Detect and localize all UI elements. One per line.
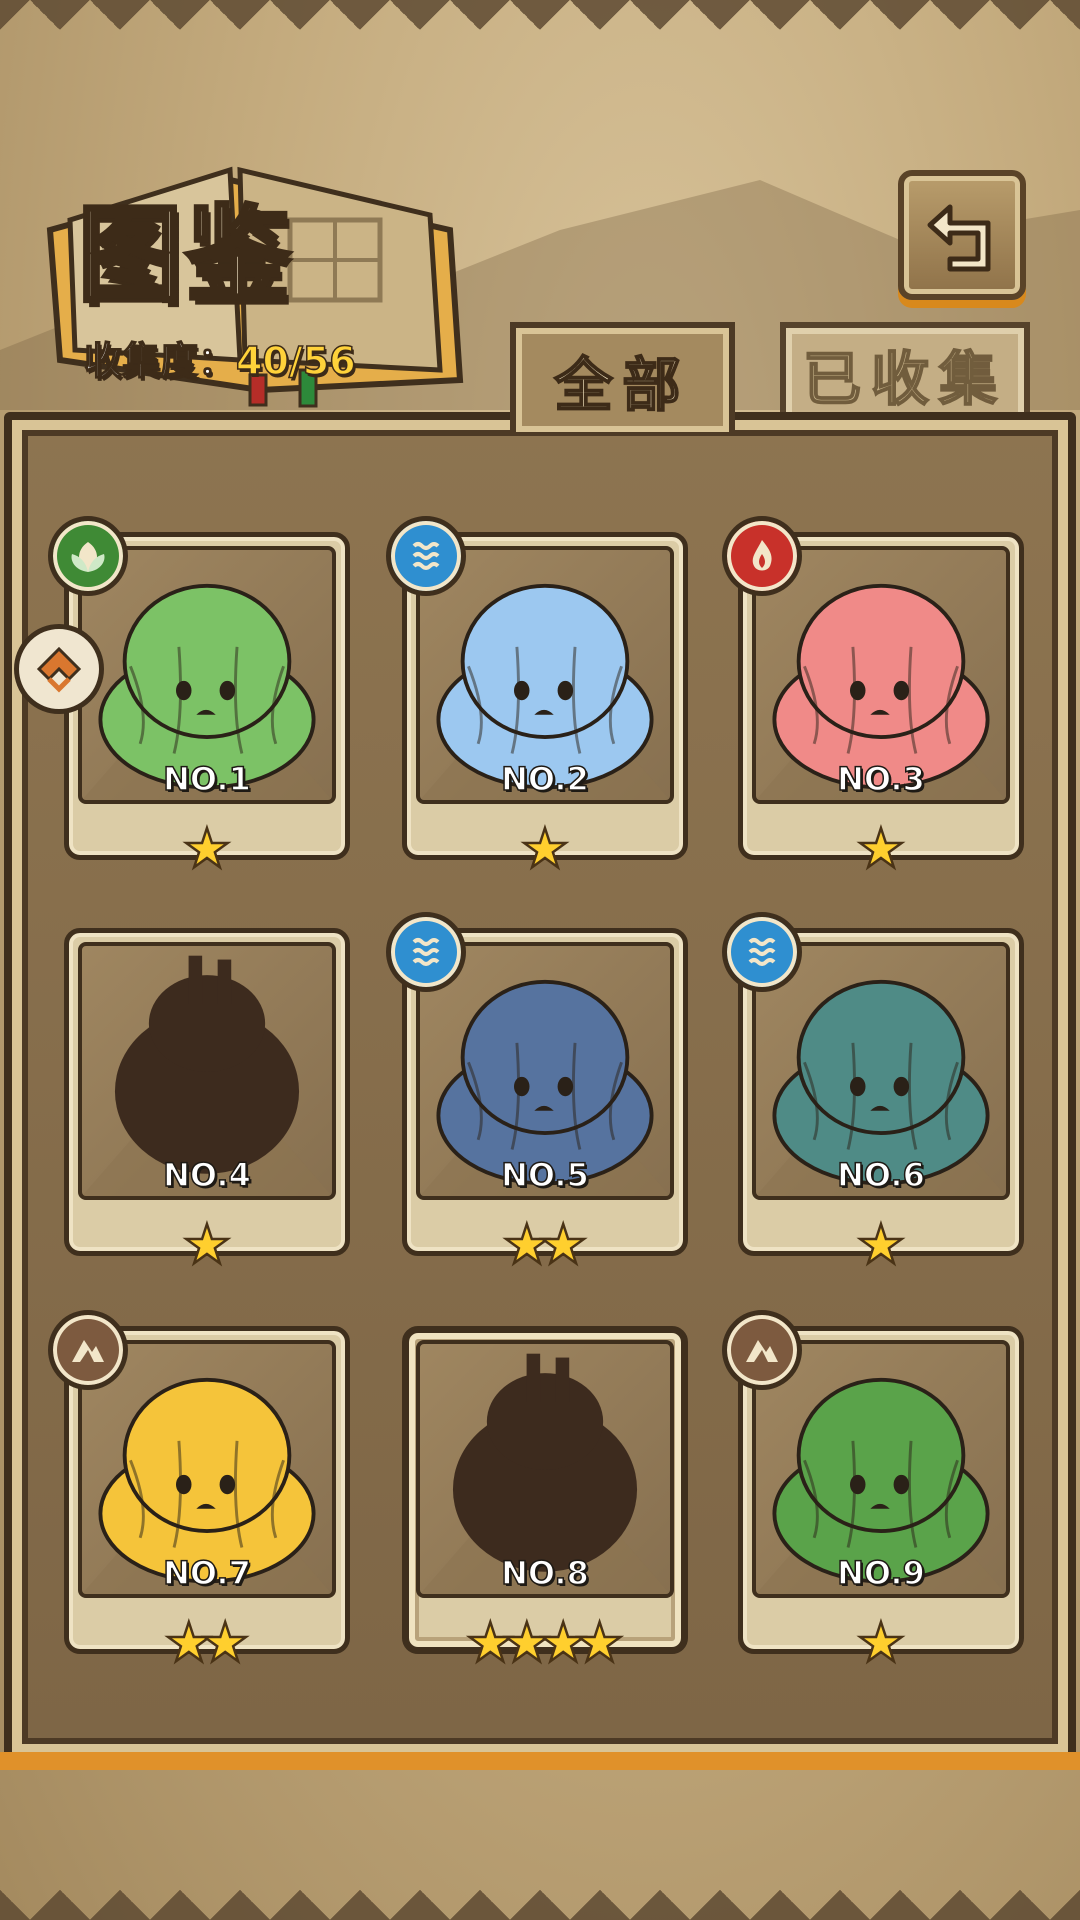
star-icon: ★ <box>856 1611 907 1674</box>
panel-bottom-bar <box>0 1752 1080 1770</box>
water-element-badge <box>386 516 466 596</box>
star-rating: ★ <box>738 1611 1024 1674</box>
card-number: NO.7 <box>162 1553 251 1593</box>
pointer-marker[interactable] <box>14 624 104 714</box>
page-title: 图鉴 <box>76 191 295 318</box>
monster-card[interactable]: NO.6 ★ <box>722 912 1024 1273</box>
arrow-marker-icon <box>36 646 82 693</box>
star-icon: ★ <box>574 1611 625 1674</box>
water-icon <box>412 938 440 966</box>
star-icon: ★ <box>182 817 233 880</box>
water-icon <box>748 938 776 966</box>
fire-element-badge <box>722 516 802 596</box>
return-arrow-icon <box>927 204 991 272</box>
star-icon: ★ <box>856 1213 907 1276</box>
bottom-border <box>0 1860 1080 1920</box>
card-number: NO.8 <box>500 1553 589 1593</box>
star-icon: ★ <box>856 817 907 880</box>
card-number: NO.2 <box>500 759 589 799</box>
earth-element-badge <box>48 1310 128 1390</box>
fire-icon <box>752 540 772 571</box>
collection-label: 收集度： <box>83 338 237 384</box>
tab-all[interactable]: 全部 <box>510 322 735 432</box>
monster-card[interactable]: NO.4 ★ <box>64 928 350 1273</box>
star-rating: ★ ★ <box>64 1611 350 1674</box>
monster-card[interactable]: NO.3 ★ <box>722 516 1024 877</box>
star-rating: ★ <box>402 817 688 880</box>
water-element-badge <box>722 912 802 992</box>
star-rating: ★ ★ ★ ★ <box>402 1611 688 1674</box>
card-number: NO.6 <box>836 1155 925 1195</box>
card-number: NO.3 <box>836 759 925 799</box>
top-border <box>0 0 1080 60</box>
star-icon: ★ <box>520 817 571 880</box>
star-icon: ★ <box>538 1213 589 1276</box>
water-element-badge <box>386 912 466 992</box>
card-number: NO.4 <box>162 1155 251 1195</box>
grass-element-badge <box>48 516 128 596</box>
star-rating: ★ <box>738 1213 1024 1276</box>
monster-card[interactable]: NO.5 ★ ★ <box>386 912 688 1273</box>
water-icon <box>412 542 440 570</box>
monster-card[interactable]: NO.7 ★ ★ <box>48 1310 350 1671</box>
star-rating: ★ ★ <box>402 1213 688 1276</box>
earth-icon <box>72 1340 104 1362</box>
collection-value: 40/56 <box>235 338 356 384</box>
star-rating: ★ <box>64 1213 350 1276</box>
monster-card[interactable]: NO.8 ★ ★ ★ ★ <box>402 1326 688 1671</box>
monster-card[interactable]: NO.2 ★ <box>386 516 688 877</box>
star-rating: ★ <box>738 817 1024 880</box>
earth-icon <box>746 1340 778 1362</box>
card-number: NO.9 <box>836 1553 925 1593</box>
earth-element-badge <box>722 1310 802 1390</box>
card-number: NO.1 <box>162 759 251 799</box>
star-rating: ★ <box>64 817 350 880</box>
star-icon: ★ <box>200 1611 251 1674</box>
star-icon: ★ <box>182 1213 233 1276</box>
tab-collected[interactable]: 已收集 <box>780 322 1030 420</box>
grass-icon <box>71 542 105 572</box>
collection-progress: 收集度：40/56 <box>83 330 356 385</box>
back-button[interactable] <box>898 170 1026 300</box>
monster-card[interactable]: NO.1 ★ <box>48 516 350 877</box>
monster-card[interactable]: NO.9 ★ <box>722 1310 1024 1671</box>
card-number: NO.5 <box>500 1155 589 1195</box>
